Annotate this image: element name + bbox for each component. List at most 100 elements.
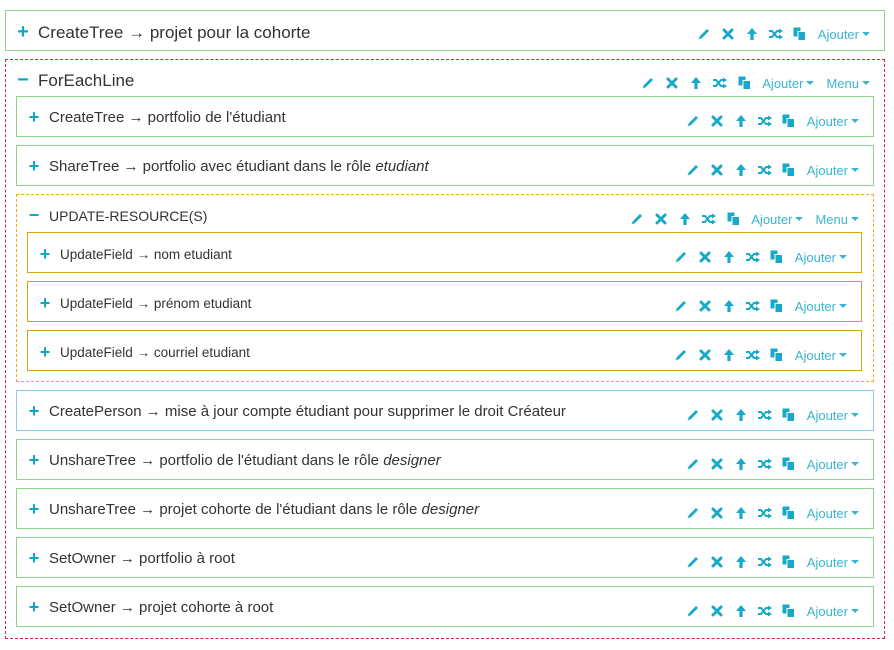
random-icon[interactable]: [741, 296, 765, 316]
expand-toggle[interactable]: +: [27, 401, 41, 422]
copy-icon[interactable]: [777, 503, 801, 523]
arrow-up-icon[interactable]: [740, 24, 764, 44]
random-icon[interactable]: [741, 345, 765, 365]
copy-icon[interactable]: [732, 73, 756, 93]
pencil-icon[interactable]: [681, 160, 705, 180]
arrow-up-icon[interactable]: [729, 552, 753, 572]
arrow-up-icon[interactable]: [684, 73, 708, 93]
pencil-icon[interactable]: [625, 209, 649, 229]
ajouter-dropdown[interactable]: Ajouter: [795, 348, 847, 363]
times-icon[interactable]: [705, 503, 729, 523]
arrow-up-icon[interactable]: [717, 296, 741, 316]
arrow-up-icon[interactable]: [717, 247, 741, 267]
ajouter-dropdown[interactable]: Ajouter: [807, 408, 859, 423]
ajouter-dropdown[interactable]: Ajouter: [807, 114, 859, 129]
arrow-up-icon[interactable]: [729, 160, 753, 180]
pencil-icon[interactable]: [681, 601, 705, 621]
menu-dropdown[interactable]: Menu: [815, 212, 859, 227]
times-icon[interactable]: [693, 345, 717, 365]
arrow-up-icon[interactable]: [729, 111, 753, 131]
node-item: + CreateTree → portfolio de l'étudiant A…: [16, 96, 874, 137]
expand-toggle[interactable]: +: [27, 499, 41, 520]
random-icon[interactable]: [753, 503, 777, 523]
times-icon[interactable]: [693, 296, 717, 316]
expand-toggle[interactable]: +: [27, 597, 41, 618]
random-icon[interactable]: [753, 601, 777, 621]
ajouter-dropdown[interactable]: Ajouter: [795, 299, 847, 314]
expand-toggle[interactable]: +: [38, 342, 52, 363]
menu-dropdown[interactable]: Menu: [826, 76, 870, 91]
expand-toggle[interactable]: +: [27, 450, 41, 471]
pencil-icon[interactable]: [681, 552, 705, 572]
copy-icon[interactable]: [777, 552, 801, 572]
copy-icon[interactable]: [777, 601, 801, 621]
ajouter-dropdown[interactable]: Ajouter: [807, 457, 859, 472]
copy-icon[interactable]: [721, 209, 745, 229]
ajouter-dropdown[interactable]: Ajouter: [807, 163, 859, 178]
collapse-toggle[interactable]: −: [27, 205, 41, 226]
ajouter-label: Ajouter: [806, 113, 848, 129]
times-icon[interactable]: [705, 160, 729, 180]
node-toolbar: Ajouter: [669, 296, 847, 316]
random-icon[interactable]: [753, 405, 777, 425]
random-icon[interactable]: [708, 73, 732, 93]
pencil-icon[interactable]: [636, 73, 660, 93]
copy-icon[interactable]: [765, 296, 789, 316]
copy-icon[interactable]: [788, 24, 812, 44]
pencil-icon[interactable]: [681, 454, 705, 474]
random-icon[interactable]: [753, 454, 777, 474]
times-icon[interactable]: [705, 454, 729, 474]
arrow-up-icon[interactable]: [729, 405, 753, 425]
random-icon[interactable]: [764, 24, 788, 44]
expand-toggle[interactable]: +: [27, 548, 41, 569]
expand-toggle[interactable]: +: [38, 293, 52, 314]
random-icon[interactable]: [753, 552, 777, 572]
copy-icon[interactable]: [777, 160, 801, 180]
pencil-icon[interactable]: [681, 111, 705, 131]
copy-icon[interactable]: [777, 405, 801, 425]
times-icon[interactable]: [649, 209, 673, 229]
pencil-icon[interactable]: [681, 405, 705, 425]
copy-icon[interactable]: [777, 111, 801, 131]
node-role: designer: [421, 501, 480, 518]
ajouter-dropdown[interactable]: Ajouter: [751, 211, 804, 227]
random-icon[interactable]: [753, 111, 777, 131]
pencil-icon[interactable]: [669, 296, 693, 316]
arrow-up-icon[interactable]: [717, 345, 741, 365]
arrow-up-icon[interactable]: [729, 454, 753, 474]
pencil-icon[interactable]: [669, 345, 693, 365]
ajouter-dropdown[interactable]: Ajouter: [762, 76, 815, 91]
random-icon[interactable]: [753, 160, 777, 180]
pencil-icon[interactable]: [669, 247, 693, 267]
copy-icon[interactable]: [765, 345, 789, 365]
times-icon[interactable]: [705, 111, 729, 131]
times-icon[interactable]: [705, 601, 729, 621]
times-icon[interactable]: [693, 247, 717, 267]
ajouter-dropdown[interactable]: Ajouter: [807, 506, 859, 521]
copy-icon[interactable]: [777, 454, 801, 474]
arrow-up-icon[interactable]: [729, 503, 753, 523]
ajouter-dropdown[interactable]: Ajouter: [795, 250, 847, 265]
random-icon[interactable]: [741, 247, 765, 267]
expand-toggle[interactable]: +: [27, 156, 41, 177]
ajouter-label: Ajouter: [751, 211, 793, 227]
random-icon[interactable]: [697, 209, 721, 229]
expand-toggle[interactable]: +: [38, 244, 52, 265]
node-header: + UnshareTree → portfolio de l'étudiant …: [27, 450, 441, 471]
ajouter-dropdown[interactable]: Ajouter: [818, 27, 870, 42]
arrow-up-icon[interactable]: [729, 601, 753, 621]
times-icon[interactable]: [660, 73, 684, 93]
pencil-icon[interactable]: [692, 24, 716, 44]
ajouter-dropdown[interactable]: Ajouter: [807, 604, 859, 619]
times-icon[interactable]: [705, 552, 729, 572]
times-icon[interactable]: [716, 24, 740, 44]
copy-icon[interactable]: [765, 247, 789, 267]
expand-toggle[interactable]: +: [27, 107, 41, 128]
arrow-up-icon[interactable]: [673, 209, 697, 229]
times-icon[interactable]: [705, 405, 729, 425]
expand-toggle[interactable]: +: [16, 21, 30, 44]
node-toolbar: Ajouter: [669, 345, 847, 365]
ajouter-dropdown[interactable]: Ajouter: [807, 555, 859, 570]
pencil-icon[interactable]: [681, 503, 705, 523]
collapse-toggle[interactable]: −: [16, 69, 30, 92]
